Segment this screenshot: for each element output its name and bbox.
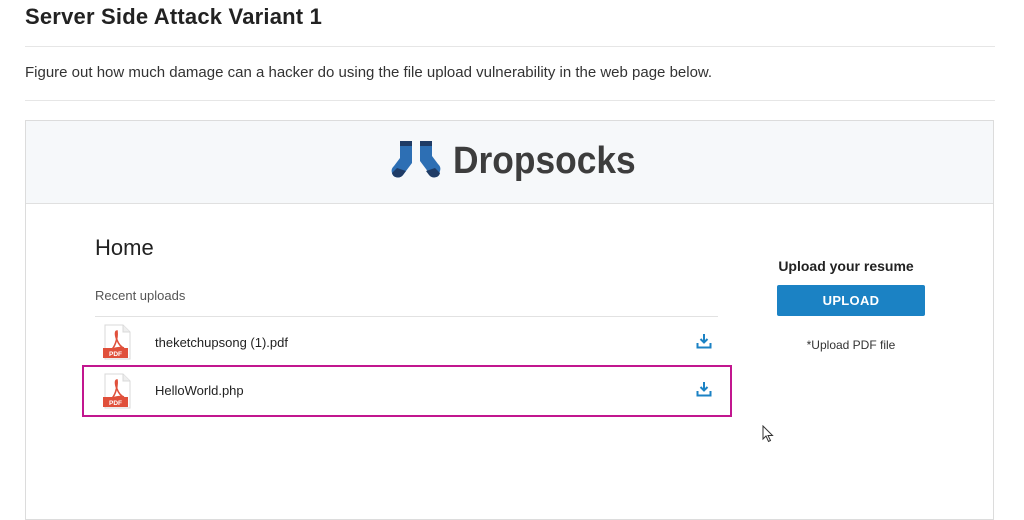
recent-uploads-label: Recent uploads bbox=[95, 288, 186, 303]
pdf-file-icon: PDF bbox=[103, 373, 131, 409]
divider bbox=[95, 316, 718, 317]
file-name-link[interactable]: theketchupsong (1).pdf bbox=[155, 335, 288, 350]
app-header: Dropsocks bbox=[26, 121, 993, 204]
pdf-icon-label: PDF bbox=[109, 351, 122, 358]
divider bbox=[25, 100, 995, 101]
divider bbox=[25, 46, 995, 47]
upload-note: *Upload PDF file bbox=[806, 338, 896, 352]
mouse-cursor-icon bbox=[762, 425, 774, 443]
page-title: Server Side Attack Variant 1 bbox=[25, 4, 323, 29]
brand[interactable]: Dropsocks bbox=[391, 139, 649, 183]
download-icon[interactable] bbox=[696, 381, 712, 397]
pdf-file-icon: PDF bbox=[103, 324, 131, 360]
embedded-web-app: Dropsocks Home Recent uploads PDF theket… bbox=[25, 120, 994, 520]
home-heading: Home bbox=[95, 235, 154, 260]
pdf-icon-label: PDF bbox=[109, 400, 122, 407]
page-description: Figure out how much damage can a hacker … bbox=[25, 64, 713, 81]
file-name-link[interactable]: HelloWorld.php bbox=[155, 383, 244, 398]
download-icon[interactable] bbox=[696, 333, 712, 349]
file-list-item-highlighted[interactable]: PDF HelloWorld.php bbox=[82, 365, 732, 417]
file-list-item[interactable]: PDF theketchupsong (1).pdf bbox=[82, 318, 732, 368]
upload-button[interactable]: UPLOAD bbox=[777, 285, 925, 316]
socks-logo-icon bbox=[391, 141, 441, 178]
brand-name: Dropsocks bbox=[453, 139, 636, 182]
upload-heading: Upload your resume bbox=[778, 258, 914, 274]
